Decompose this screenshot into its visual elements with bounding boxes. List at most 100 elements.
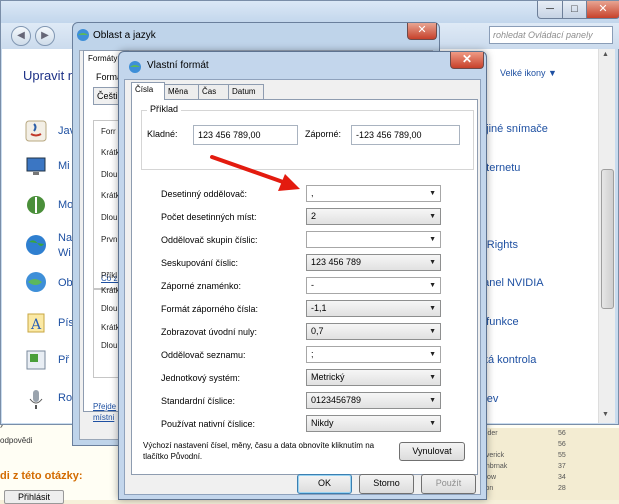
tab-currency[interactable]: Měna — [164, 84, 199, 99]
scroll-down-icon[interactable]: ▼ — [602, 411, 609, 418]
field-label: Dlou — [101, 213, 118, 222]
combo-value: -1,1 — [311, 303, 327, 313]
decimal-digits-select[interactable]: 2 ▼ — [306, 208, 441, 225]
cp-item-display[interactable]: Mi — [58, 160, 70, 172]
mouse-shield-icon[interactable] — [24, 193, 48, 217]
combo-value: 0,7 — [311, 326, 324, 336]
svg-text:A: A — [30, 317, 42, 333]
group-label: Forr — [101, 127, 116, 136]
decimal-separator-label: Desetinný oddělovač: — [161, 189, 248, 199]
field-label: Krátk — [101, 323, 120, 332]
table-row: averick 55 — [482, 452, 566, 459]
tab-date[interactable]: Datum — [228, 84, 264, 99]
apply-button[interactable]: Použít — [421, 474, 476, 494]
scroll-up-icon[interactable]: ▲ — [602, 51, 609, 58]
cancel-button[interactable]: Storno — [359, 474, 414, 494]
leading-zeros-select[interactable]: 0,7 ▼ — [306, 323, 441, 340]
combo-value: ; — [311, 349, 314, 359]
standard-digits-select[interactable]: 0123456789 ▼ — [306, 392, 441, 409]
region-globe-icon[interactable] — [24, 270, 48, 294]
native-digits-label: Používat nativní číslice: — [161, 419, 256, 429]
forward-button[interactable]: ▶ — [35, 26, 55, 46]
search-input[interactable]: rohledat Ovládací panely — [489, 26, 613, 44]
positive-sample-field: 123 456 789,00 — [193, 125, 298, 145]
background-login-button[interactable]: Přihlásit — [4, 490, 64, 504]
table-row: leder 56 — [482, 430, 566, 437]
field-label: Dlou — [101, 341, 118, 350]
digit-grouping-select[interactable]: 123 456 789 ▼ — [306, 254, 441, 271]
chevron-down-icon[interactable]: ▼ — [429, 393, 436, 408]
chevron-down-icon[interactable]: ▼ — [429, 209, 436, 224]
cp-item-network-line2[interactable]: Wi — [58, 247, 71, 259]
scrollbar-thumb[interactable] — [601, 169, 614, 309]
maximize-button[interactable]: □ — [562, 1, 587, 19]
background-user-table: leder 56 56 averick 55 onbrnak 37 slow 34 ko… — [470, 428, 619, 500]
close-button[interactable]: ✕ — [450, 52, 484, 69]
chevron-down-icon[interactable]: ▼ — [429, 186, 436, 201]
list-separator-combo[interactable]: ; ▼ — [306, 346, 441, 363]
chevron-down-icon[interactable]: ▼ — [429, 255, 436, 270]
back-button[interactable]: ◀ — [11, 26, 31, 46]
chevron-down-icon[interactable]: ▼ — [429, 347, 436, 362]
view-by-dropdown[interactable]: Velké ikony ▼ — [500, 68, 557, 78]
network-globe-icon[interactable] — [24, 233, 48, 257]
measurement-system-label: Jednotkový systém: — [161, 373, 241, 383]
microphone-icon[interactable] — [24, 387, 48, 411]
location-link[interactable]: Přejde místni — [93, 401, 116, 423]
chevron-down-icon[interactable]: ▼ — [429, 278, 436, 293]
link-line[interactable]: Přejde — [93, 401, 116, 412]
java-icon[interactable] — [24, 119, 48, 143]
native-digits-select[interactable]: Nikdy ▼ — [306, 415, 441, 432]
decimal-separator-combo[interactable]: , ▼ — [306, 185, 441, 202]
chevron-down-icon[interactable]: ▼ — [429, 324, 436, 339]
cp-item-region[interactable]: Ob — [58, 277, 73, 289]
measurement-system-select[interactable]: Metrický ▼ — [306, 369, 441, 386]
cp-item-speech[interactable]: Ro — [58, 392, 72, 404]
combo-value: , — [311, 188, 314, 198]
field-label: Dlou — [101, 170, 118, 179]
minimize-button[interactable]: ─ — [537, 1, 563, 19]
cp-item-mouse[interactable]: Mo — [58, 199, 73, 211]
vertical-scrollbar[interactable]: ▲ ▼ — [598, 49, 615, 423]
ok-button[interactable]: OK — [297, 474, 352, 494]
table-row: onbrnak 37 — [482, 463, 566, 470]
digit-group-separator-label: Oddělovač skupin číslic: — [161, 235, 258, 245]
programs-icon[interactable] — [24, 348, 48, 372]
cp-item-programs[interactable]: Př — [58, 354, 69, 366]
tab-numbers[interactable]: Čísla — [131, 82, 165, 100]
fonts-icon[interactable]: A — [24, 311, 48, 335]
chevron-down-icon[interactable]: ▼ — [429, 301, 436, 316]
chevron-down-icon[interactable]: ▼ — [429, 232, 436, 247]
combo-value: - — [311, 280, 314, 290]
chevron-down-icon[interactable]: ▼ — [429, 416, 436, 431]
combo-value: 123 456 789 — [311, 257, 362, 267]
negative-format-label: Formát záporného čísla: — [161, 304, 259, 314]
custom-format-dialog: Vlastní formát ✕ Čísla Měna Čas Datum Př… — [118, 51, 487, 500]
link-line[interactable]: místni — [93, 412, 116, 423]
reset-description: Výchozí nastavení čísel, měny, času a da… — [143, 441, 375, 461]
tab-time[interactable]: Čas — [198, 84, 229, 99]
field-label: Prvn — [101, 235, 118, 244]
table-row: 56 — [558, 441, 566, 448]
background-text-line: odpovědi — [0, 436, 33, 445]
chevron-down-icon[interactable]: ▼ — [429, 370, 436, 385]
reset-button[interactable]: Vynulovat — [399, 442, 465, 461]
negative-sample-field: -123 456 789,00 — [351, 125, 460, 145]
field-label: Krátk — [101, 286, 120, 295]
digit-group-separator-combo[interactable]: ▼ — [306, 231, 441, 248]
display-icon[interactable] — [24, 154, 48, 178]
negative-sign-combo[interactable]: - ▼ — [306, 277, 441, 294]
cp-item-network[interactable]: Na — [58, 232, 72, 244]
standard-digits-label: Standardní číslice: — [161, 396, 236, 406]
sample-legend: Příklad — [147, 104, 182, 114]
digit-grouping-label: Seskupování číslic: — [161, 258, 239, 268]
field-label: Dlou — [101, 304, 118, 313]
combo-value: 2 — [311, 211, 317, 221]
cp-item-sensors[interactable]: a jiné snímače — [477, 123, 548, 135]
close-button[interactable]: ✕ — [586, 1, 619, 19]
dialog-title: Vlastní formát — [147, 60, 209, 71]
globe-icon — [77, 29, 89, 41]
negative-format-select[interactable]: -1,1 ▼ — [306, 300, 441, 317]
field-label: Krátk — [101, 148, 120, 157]
close-button[interactable]: ✕ — [407, 23, 437, 40]
